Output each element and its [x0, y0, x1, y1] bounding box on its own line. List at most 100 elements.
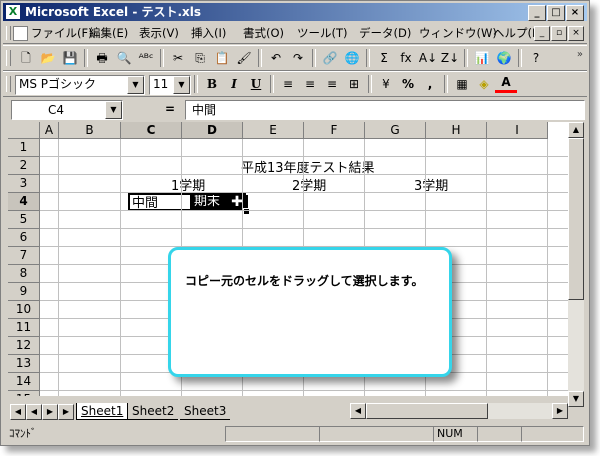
format-painter-icon[interactable]: 🖌	[233, 48, 255, 68]
next-sheet-icon[interactable]: ▶	[42, 404, 58, 420]
menu-data[interactable]: データ(D)	[359, 25, 411, 41]
align-left-icon[interactable]: ≡	[277, 74, 299, 94]
row-header-11[interactable]: 11	[8, 319, 40, 337]
row-header-2[interactable]: 2	[8, 157, 40, 175]
prev-sheet-icon[interactable]: ◀	[26, 404, 42, 420]
redo-icon[interactable]: ↷	[287, 48, 309, 68]
row-header-5[interactable]: 5	[8, 211, 40, 229]
cut-icon[interactable]: ✂	[167, 48, 189, 68]
row-header-14[interactable]: 14	[8, 373, 40, 391]
sheet-tab-sheet2[interactable]: Sheet2	[128, 403, 179, 420]
italic-button[interactable]: I	[223, 74, 245, 94]
menu-window[interactable]: ウィンドウ(W)	[419, 25, 497, 41]
row-header-8[interactable]: 8	[8, 265, 40, 283]
formula-input[interactable]: 中間	[185, 100, 585, 120]
column-header-c[interactable]: C	[121, 122, 182, 139]
vertical-scroll-thumb[interactable]	[568, 138, 584, 300]
align-center-icon[interactable]: ≡	[299, 74, 321, 94]
font-name-select[interactable]: MS Pゴシック ▼	[15, 75, 145, 95]
row-header-13[interactable]: 13	[8, 355, 40, 373]
scroll-down-icon[interactable]: ▼	[568, 391, 584, 407]
toolbar-grip[interactable]	[6, 76, 11, 92]
sheet-tab-sheet1[interactable]: Sheet1	[76, 403, 129, 420]
paste-icon[interactable]: 📋	[211, 48, 233, 68]
minimize-button[interactable]: _	[528, 5, 546, 21]
row-header-10[interactable]: 10	[8, 301, 40, 319]
undo-icon[interactable]: ↶	[265, 48, 287, 68]
document-icon[interactable]	[13, 26, 28, 41]
column-header-b[interactable]: B	[59, 122, 121, 139]
font-color-icon[interactable]: A	[495, 74, 517, 93]
row-header-15[interactable]: 15	[8, 391, 40, 396]
last-sheet-icon[interactable]: ▶	[58, 404, 74, 420]
currency-icon[interactable]: ¥	[375, 74, 397, 94]
first-sheet-icon[interactable]: ◀	[10, 404, 26, 420]
hyperlink-icon[interactable]: 🔗	[319, 48, 341, 68]
comma-button[interactable]: ,	[419, 74, 441, 94]
menu-format[interactable]: 書式(O)	[243, 25, 284, 41]
row-header-1[interactable]: 1	[8, 139, 40, 157]
align-right-icon[interactable]: ≡	[321, 74, 343, 94]
font-size-select[interactable]: 11 ▼	[149, 75, 191, 95]
sheet-tab-sheet3[interactable]: Sheet3	[180, 403, 231, 420]
web-icon[interactable]: 🌐	[341, 48, 363, 68]
excel-app-icon[interactable]: X	[6, 5, 20, 19]
row-header-9[interactable]: 9	[8, 283, 40, 301]
menu-grip[interactable]	[6, 26, 11, 40]
doc-close-button[interactable]: ×	[568, 26, 584, 41]
assistant-icon[interactable]: ?	[525, 48, 547, 68]
open-icon[interactable]: 📂	[37, 48, 59, 68]
horizontal-scroll-thumb[interactable]	[366, 403, 488, 419]
menu-tools[interactable]: ツール(T)	[297, 25, 348, 41]
chevron-down-icon[interactable]: ▼	[105, 101, 122, 119]
row-header-4[interactable]: 4	[8, 193, 40, 211]
toolbar-grip[interactable]	[6, 50, 11, 66]
bold-button[interactable]: B	[201, 74, 223, 94]
column-header-h[interactable]: H	[426, 122, 487, 139]
row-header-7[interactable]: 7	[8, 247, 40, 265]
name-box[interactable]: C4 ▼	[11, 100, 123, 120]
close-button[interactable]: ×	[566, 5, 584, 21]
new-icon[interactable]: 🗋	[15, 48, 37, 68]
chevron-down-icon[interactable]: ▼	[127, 76, 144, 94]
percent-button[interactable]: %	[397, 74, 419, 94]
chart-wizard-icon[interactable]: 📊	[471, 48, 493, 68]
doc-minimize-button[interactable]: _	[534, 26, 550, 41]
sort-asc-icon[interactable]: A↓	[417, 48, 439, 68]
column-header-e[interactable]: E	[243, 122, 304, 139]
column-header-f[interactable]: F	[304, 122, 365, 139]
equals-icon[interactable]: =	[165, 100, 175, 118]
row-header-3[interactable]: 3	[8, 175, 40, 193]
select-all-corner[interactable]	[8, 122, 40, 139]
menu-view[interactable]: 表示(V)	[139, 25, 179, 41]
chevron-down-icon[interactable]: ▼	[173, 76, 190, 94]
vertical-scrollbar[interactable]: ▲ ▼	[568, 122, 584, 407]
horizontal-scrollbar[interactable]: ◀ ▶	[350, 403, 568, 419]
toolbar-more-icon[interactable]: »	[577, 49, 583, 60]
save-icon[interactable]: 💾	[59, 48, 81, 68]
borders-icon[interactable]: ▦	[451, 74, 473, 94]
function-icon[interactable]: fx	[395, 48, 417, 68]
map-icon[interactable]: 🌍	[493, 48, 515, 68]
print-icon[interactable]: 🖶	[91, 48, 113, 68]
menu-insert[interactable]: 挿入(I)	[191, 25, 226, 41]
menu-edit[interactable]: 編集(E)	[89, 25, 128, 41]
scroll-right-icon[interactable]: ▶	[552, 403, 568, 419]
scroll-left-icon[interactable]: ◀	[350, 403, 366, 419]
row-header-12[interactable]: 12	[8, 337, 40, 355]
spelling-icon[interactable]: ᴬᴮᶜ	[135, 48, 157, 68]
column-header-d[interactable]: D	[182, 122, 243, 139]
sort-desc-icon[interactable]: Z↓	[439, 48, 461, 68]
menu-file[interactable]: ファイル(F)	[31, 25, 93, 41]
copy-icon[interactable]: ⎘	[189, 48, 211, 68]
doc-restore-button[interactable]: ▫	[551, 26, 567, 41]
print-preview-icon[interactable]: 🔍	[113, 48, 135, 68]
column-header-i[interactable]: I	[487, 122, 548, 139]
maximize-button[interactable]: □	[547, 5, 565, 21]
scroll-up-icon[interactable]: ▲	[568, 122, 584, 138]
autosum-icon[interactable]: Σ	[373, 48, 395, 68]
column-header-g[interactable]: G	[365, 122, 426, 139]
fill-color-icon[interactable]: ◈	[473, 74, 495, 94]
merge-center-icon[interactable]: ⊞	[343, 74, 365, 94]
row-header-6[interactable]: 6	[8, 229, 40, 247]
